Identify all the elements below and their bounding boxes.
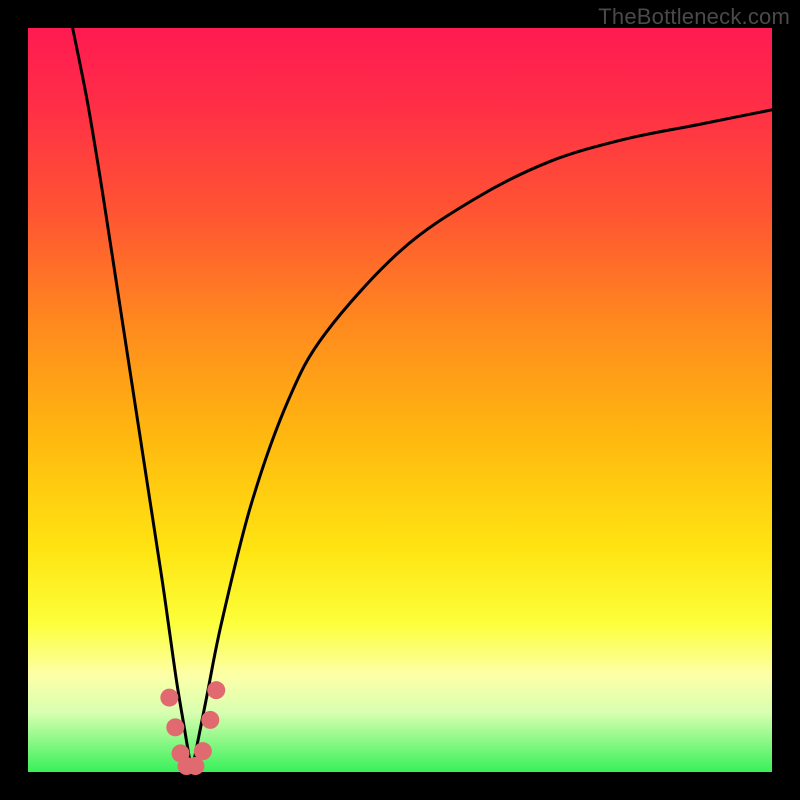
right-branch-path [192,110,772,772]
watermark-text: TheBottleneck.com [598,4,790,30]
curve-left [73,28,192,772]
chart-svg [28,28,772,772]
left-branch-path [73,28,192,772]
curve-right [192,110,772,772]
marker-dot [166,718,184,736]
chart-plot-area [28,28,772,772]
chart-frame: TheBottleneck.com [0,0,800,800]
marker-group [160,681,225,775]
marker-dot [207,681,225,699]
marker-dot [194,742,212,760]
marker-dot [201,711,219,729]
marker-dot [160,689,178,707]
